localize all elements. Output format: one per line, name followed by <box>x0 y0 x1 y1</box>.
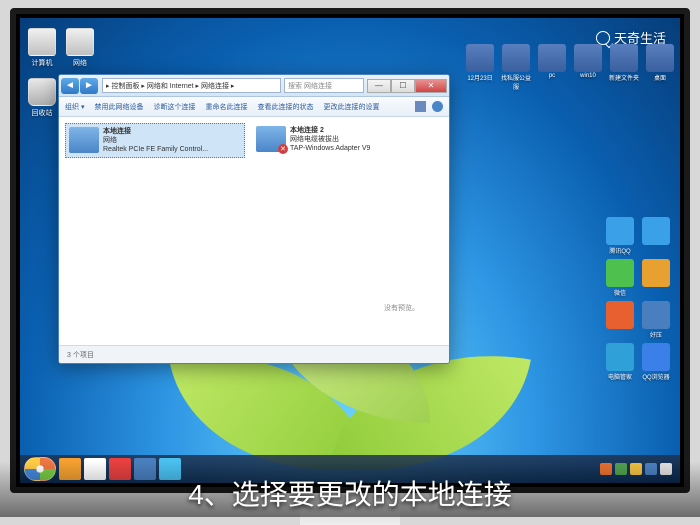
disable-device[interactable]: 禁用此网络设备 <box>94 102 143 112</box>
conn1-sub1: 网络 <box>103 136 208 145</box>
view-status[interactable]: 查看此连接的状态 <box>257 102 313 112</box>
desktop-icon-网络[interactable]: 网络 <box>64 28 96 68</box>
content-area[interactable]: 本地连接 网络 Realtek PCIe FE Family Control..… <box>59 117 449 345</box>
desktop-icon-回收站[interactable]: 回收站 <box>26 78 58 118</box>
conn2-sub2: TAP-Windows Adapter V9 <box>290 144 370 153</box>
desktop-shortcut[interactable]: 12月23日 <box>464 44 496 91</box>
network-connections-window: ◄ ► ▸ 控制面板 ▸ 网络和 Internet ▸ 网络连接 ▸ 搜索 网络… <box>58 74 450 364</box>
local-connection-2[interactable]: 本地连接 2 网络电缆被拔出 TAP-Windows Adapter V9 <box>253 123 433 156</box>
desktop-shortcut[interactable]: 好压 <box>640 301 672 339</box>
organize-menu[interactable]: 组织 ▾ <box>65 102 84 112</box>
back-button[interactable]: ◄ <box>61 78 79 94</box>
conn2-sub1: 网络电缆被拔出 <box>290 135 370 144</box>
desktop-shortcut[interactable] <box>640 259 672 297</box>
help-icon[interactable] <box>432 101 443 112</box>
network-adapter-disconnected-icon <box>256 126 286 152</box>
conn2-title: 本地连接 2 <box>290 126 370 135</box>
desktop-shortcut[interactable]: 桌面 <box>644 44 676 91</box>
desktop-shortcut[interactable]: 微信 <box>604 259 636 297</box>
desktop-shortcut[interactable]: 电脑管家 <box>604 343 636 381</box>
search-input[interactable]: 搜索 网络连接 <box>284 78 364 93</box>
desktop-shortcut[interactable] <box>640 217 672 255</box>
forward-button[interactable]: ► <box>80 78 98 94</box>
desktop[interactable]: 天奇生活 计算机网络回收站 12月23日找私服公益服pcwin10新建文件夹桌面… <box>20 18 680 483</box>
local-connection-1[interactable]: 本地连接 网络 Realtek PCIe FE Family Control..… <box>65 123 245 158</box>
desktop-shortcut[interactable]: QQ浏览器 <box>640 343 672 381</box>
desktop-shortcut[interactable]: pc <box>536 44 568 91</box>
titlebar[interactable]: ◄ ► ▸ 控制面板 ▸ 网络和 Internet ▸ 网络连接 ▸ 搜索 网络… <box>59 75 449 97</box>
desktop-right-icons: 12月23日找私服公益服pcwin10新建文件夹桌面 腾讯QQ 微信好压电脑管家Q… <box>464 44 680 381</box>
address-bar[interactable]: ▸ 控制面板 ▸ 网络和 Internet ▸ 网络连接 ▸ <box>102 78 281 93</box>
view-icon[interactable] <box>415 101 426 112</box>
desktop-shortcut[interactable]: 腾讯QQ <box>604 217 636 255</box>
network-adapter-icon <box>69 127 99 153</box>
preview-empty: 没有预览。 <box>384 303 419 313</box>
search-icon <box>596 31 610 45</box>
close-button[interactable]: ✕ <box>415 79 447 93</box>
status-bar: 3 个项目 <box>59 345 449 363</box>
desktop-shortcut[interactable]: 新建文件夹 <box>608 44 640 91</box>
maximize-button[interactable]: ☐ <box>391 79 415 93</box>
rename[interactable]: 重命名此连接 <box>205 102 247 112</box>
monitor-frame: 天奇生活 计算机网络回收站 12月23日找私服公益服pcwin10新建文件夹桌面… <box>10 8 690 493</box>
tutorial-caption: 4、选择要更改的本地连接 <box>0 461 700 517</box>
conn1-title: 本地连接 <box>103 127 208 136</box>
desktop-shortcut[interactable] <box>604 301 636 339</box>
conn1-sub2: Realtek PCIe FE Family Control... <box>103 145 208 154</box>
toolbar: 组织 ▾ 禁用此网络设备 诊断这个连接 重命名此连接 查看此连接的状态 更改此连… <box>59 97 449 117</box>
minimize-button[interactable]: — <box>367 79 391 93</box>
desktop-shortcut[interactable]: 找私服公益服 <box>500 44 532 91</box>
change-settings[interactable]: 更改此连接的设置 <box>323 102 379 112</box>
desktop-shortcut[interactable]: win10 <box>572 44 604 91</box>
diagnose[interactable]: 诊断这个连接 <box>153 102 195 112</box>
desktop-icon-计算机[interactable]: 计算机 <box>26 28 58 68</box>
